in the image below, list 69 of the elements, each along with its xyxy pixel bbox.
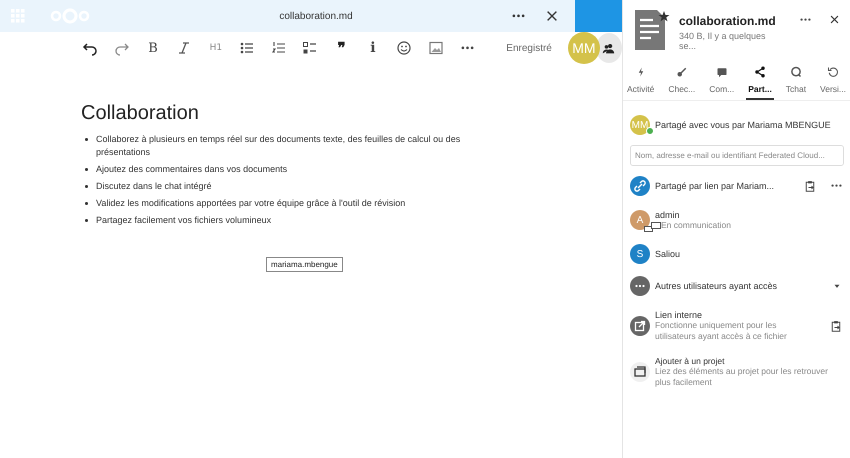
file-title: collaboration.md — [278, 10, 354, 22]
save-status: Enregistré — [506, 42, 552, 54]
more-button[interactable] — [798, 16, 813, 24]
bullet-list-icon — [239, 40, 256, 56]
bullet-icon — [85, 138, 88, 141]
format-button[interactable]: i — [360, 34, 386, 62]
list-item: Validez les modifications apportées par votre équipe grâce à l'outil de révision — [96, 197, 406, 210]
internal-link-title: Lien interne — [655, 310, 704, 320]
share-icon — [754, 66, 766, 78]
sidebar-tab[interactable]: Tchat — [784, 66, 808, 100]
sidebar-title: collaboration.md — [679, 14, 777, 28]
format-button[interactable]: H1 — [204, 34, 228, 62]
list-item: Partagez facilement vos fichiers volumineux — [96, 214, 272, 227]
internal-link-description: Fonctionne uniquement pour les utilisateurs ayant accès à ce fichier — [655, 320, 788, 342]
sessions-button[interactable] — [596, 33, 622, 63]
format-button[interactable]: B — [140, 34, 166, 62]
list-item: Collaborez à plusieurs en temps réel sur des documents texte, des feuilles de calcul ou des présentations — [96, 133, 462, 159]
chat-icon — [790, 66, 802, 78]
user-status: En communication — [660, 220, 732, 230]
more-icon — [800, 18, 811, 22]
shared-by-text: Partagé avec vous par Mariama MBENGUE — [655, 120, 831, 130]
sidebar-tab[interactable]: Activité — [625, 66, 656, 100]
image-icon — [428, 40, 444, 56]
user-avatar: MM — [568, 32, 600, 64]
comment-icon — [716, 66, 728, 78]
link-icon — [630, 176, 650, 196]
close-icon — [829, 14, 840, 25]
more-icon — [630, 276, 650, 296]
bullet-icon — [85, 202, 88, 205]
more-icon — [512, 14, 525, 18]
bullet-icon — [85, 185, 88, 188]
user-avatar: MM — [630, 115, 650, 135]
document-icon — [633, 8, 671, 52]
clipboard-icon — [804, 180, 816, 192]
more-icon — [831, 184, 842, 188]
document-heading: Collaboration — [81, 102, 200, 125]
user-avatar: A — [630, 210, 650, 230]
header-panel — [575, 0, 622, 32]
sidebar-tab[interactable]: Versi... — [818, 66, 848, 100]
bullet-icon — [85, 168, 88, 171]
smiley-icon — [396, 40, 412, 56]
key-icon — [676, 66, 688, 78]
user-name: Saliou — [655, 249, 682, 259]
user-name: admin — [655, 210, 681, 220]
people-icon — [602, 42, 616, 54]
list-item: Discutez dans le chat intégré — [96, 180, 212, 193]
format-button[interactable]: ❞ — [329, 34, 354, 62]
bullet-icon — [85, 219, 88, 222]
cursor-label: mariama.mbengue — [266, 257, 343, 272]
external-link-icon — [630, 316, 650, 336]
chat-bubbles-icon — [644, 222, 662, 234]
file-info: 340 B, Il y a quelques se... — [679, 31, 767, 51]
project-title: Ajouter à un projet — [655, 356, 726, 366]
sidebar-tab[interactable]: Com... — [707, 66, 736, 100]
sidebar-tab[interactable]: Chec... — [666, 66, 698, 100]
history-icon — [827, 66, 839, 78]
share-search-field[interactable]: Nom, adresse e-mail ou identifiant Federated Cloud... — [630, 145, 844, 166]
other-users-text: Autres utilisateurs ayant accès — [655, 281, 778, 291]
online-status-icon — [646, 127, 654, 135]
clipboard-icon — [830, 320, 842, 332]
checklist-icon — [302, 40, 318, 56]
close-icon — [545, 9, 559, 23]
project-description: Liez des éléments au projet pour les retrouver plus facilement — [655, 366, 829, 388]
sidebar-tab[interactable]: Part... — [746, 66, 774, 100]
list-item: Ajoutez des commentaires dans vos documents — [96, 163, 288, 176]
project-icon — [630, 362, 650, 382]
more-icon — [460, 46, 474, 50]
share-link-text: Partagé par lien par Mariam... — [655, 181, 776, 191]
user-avatar: S — [630, 244, 650, 264]
